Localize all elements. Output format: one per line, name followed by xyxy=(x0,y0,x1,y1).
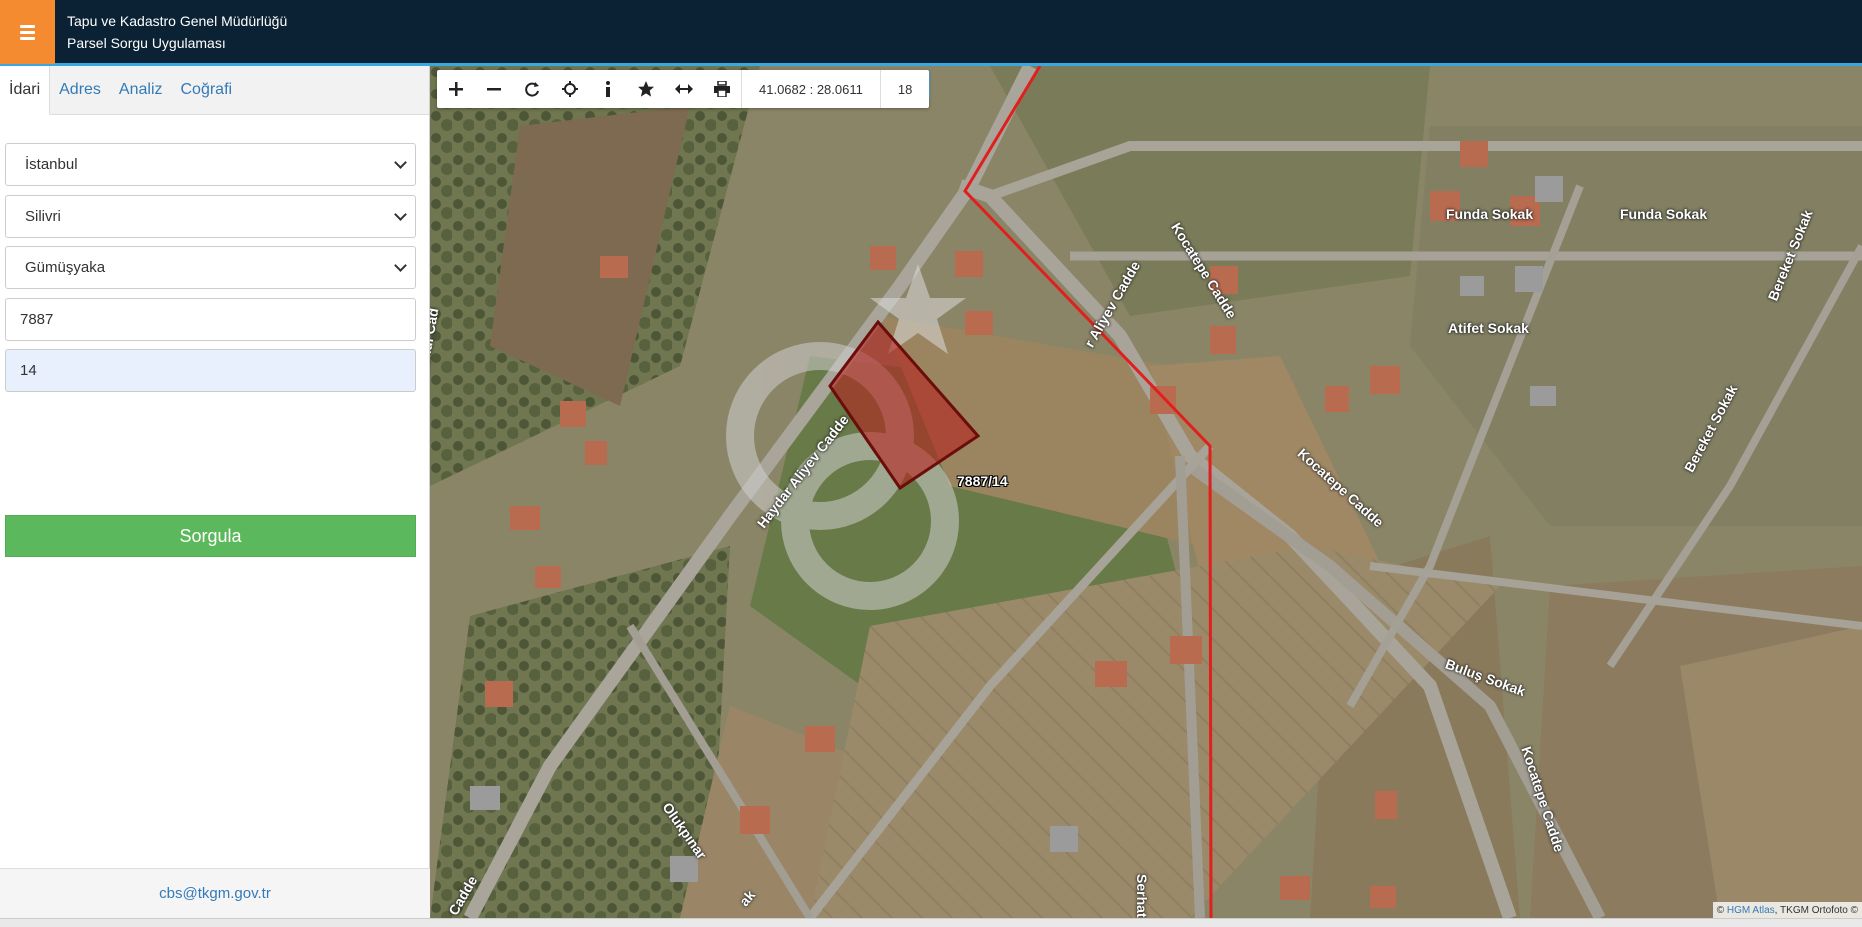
contact-email-link[interactable]: cbs@tkgm.gov.tr xyxy=(159,885,271,902)
block-input[interactable]: 7887 xyxy=(5,298,416,341)
map-attribution: © HGM Atlas, TKGM Ortofoto © xyxy=(1712,902,1862,918)
tab-idari[interactable]: İdari xyxy=(0,66,51,115)
attribution-prefix: © xyxy=(1716,904,1725,916)
query-panel: İdari Adres Analiz Coğrafi İstanbul Sili… xyxy=(0,66,430,918)
parcel-label: 7887/14 xyxy=(957,473,1008,489)
star-icon[interactable] xyxy=(627,70,665,108)
hgm-atlas-link[interactable]: HGM Atlas xyxy=(1727,905,1775,916)
attribution-rest: , TKGM Ortofoto © xyxy=(1774,904,1858,916)
satellite-imagery xyxy=(430,66,1862,918)
menu-button[interactable] xyxy=(0,0,55,64)
tab-analiz[interactable]: Analiz xyxy=(110,66,172,114)
parcel-value: 14 xyxy=(20,362,37,379)
app-title: Tapu ve Kadastro Genel Müdürlüğü Parsel … xyxy=(67,10,287,54)
info-icon[interactable] xyxy=(589,70,627,108)
footer: cbs@tkgm.gov.tr xyxy=(0,868,430,918)
zoom-out-icon[interactable] xyxy=(475,70,513,108)
zoom-in-icon[interactable] xyxy=(437,70,475,108)
coordinate-readout: 41.0682 : 28.0611 xyxy=(741,70,880,108)
chevron-down-icon xyxy=(394,207,407,221)
street-label: Atifet Sokak xyxy=(1448,320,1529,336)
app-header: Tapu ve Kadastro Genel Müdürlüğü Parsel … xyxy=(0,0,1862,66)
street-label: Serhat Cadde xyxy=(1134,874,1150,918)
measure-icon[interactable] xyxy=(665,70,703,108)
map-toolbar: 41.0682 : 28.0611 18 xyxy=(437,70,930,108)
province-select[interactable]: İstanbul xyxy=(5,143,416,186)
tab-cografi[interactable]: Coğrafi xyxy=(172,66,242,114)
parcel-input[interactable]: 14 xyxy=(5,349,416,392)
print-icon[interactable] xyxy=(703,70,741,108)
browser-bottom-strip xyxy=(0,918,1862,927)
street-label: Funda Sokak xyxy=(1620,206,1708,222)
district-select[interactable]: Silivri xyxy=(5,195,416,238)
province-value: İstanbul xyxy=(25,156,78,173)
zoom-level: 18 xyxy=(879,70,929,108)
tab-adres[interactable]: Adres xyxy=(50,66,110,114)
neighborhood-select[interactable]: Gümüşyaka xyxy=(5,246,416,289)
map-view[interactable]: 41.0682 : 28.0611 18 7887/14 Funda Sokak… xyxy=(430,66,1862,918)
chevron-down-icon xyxy=(394,258,407,272)
hamburger-icon xyxy=(20,24,35,40)
chevron-down-icon xyxy=(394,155,407,169)
refresh-icon[interactable] xyxy=(513,70,551,108)
neighborhood-value: Gümüşyaka xyxy=(25,259,106,276)
block-value: 7887 xyxy=(20,311,54,328)
district-value: Silivri xyxy=(25,208,61,225)
street-label: Funda Sokak xyxy=(1446,206,1534,222)
app-title-line2: Parsel Sorgu Uygulaması xyxy=(67,35,226,51)
app-title-line1: Tapu ve Kadastro Genel Müdürlüğü xyxy=(67,13,288,29)
query-button[interactable]: Sorgula xyxy=(5,515,416,557)
tab-bar: İdari Adres Analiz Coğrafi xyxy=(0,66,429,115)
locate-icon[interactable] xyxy=(551,70,589,108)
